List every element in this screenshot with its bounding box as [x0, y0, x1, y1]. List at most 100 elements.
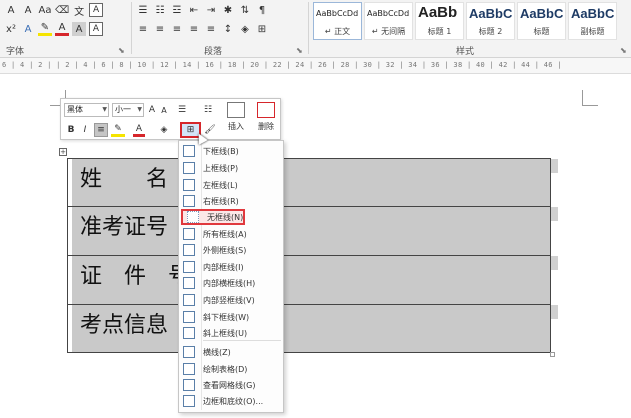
- style-tile-subtitle[interactable]: AaBbC 副标题: [568, 2, 617, 40]
- shrink-font-icon[interactable]: A: [159, 103, 169, 117]
- right-border-icon: [183, 195, 195, 207]
- menu-item[interactable]: 查看网格线(G): [179, 377, 283, 393]
- style-name: 标题: [533, 27, 550, 36]
- table-cell-text: 姓 名: [80, 167, 169, 192]
- menu-item[interactable]: 边框和底纹(O)...: [179, 393, 283, 409]
- bold-button[interactable]: B: [65, 123, 77, 137]
- grow-font-icon[interactable]: A: [147, 103, 157, 117]
- styles-dialog-launcher-icon[interactable]: ⬊: [620, 46, 627, 55]
- row-end-marker: [551, 159, 558, 173]
- menu-item[interactable]: 内部框线(I): [179, 259, 283, 275]
- style-tile-normal[interactable]: AaBbCcDd ↵ 正文: [313, 2, 362, 40]
- group-label-paragraph: 段落: [204, 47, 223, 57]
- shrink-font-button[interactable]: A: [21, 3, 35, 17]
- left-border-icon: [183, 179, 195, 191]
- horizontal-ruler[interactable]: 6 | 4 | 2 | | 2 | 4 | 6 | 8 | 10 | 12 | …: [0, 58, 631, 74]
- view-gridlines-icon: [183, 379, 195, 391]
- font-color-button[interactable]: A: [55, 22, 69, 36]
- mini-toolbar: 黑体 ▼ 小一 ▼ A A ☰ ☷ B I ≡ ✎ A ◈ ⊞ 🖌 插入 删除: [60, 98, 281, 140]
- align-right-button[interactable]: ≡: [170, 22, 184, 36]
- italic-button[interactable]: I: [79, 123, 91, 137]
- menu-item[interactable]: 右框线(R): [179, 193, 283, 209]
- sort-icon[interactable]: ⇅: [238, 3, 252, 17]
- align-center-button[interactable]: ≡: [153, 22, 167, 36]
- borders-shading-icon: [183, 395, 195, 407]
- multilevel-list-icon[interactable]: ☲: [170, 3, 184, 17]
- table-row[interactable]: 姓 名: [68, 159, 550, 207]
- bullets-icon[interactable]: ☰: [175, 103, 189, 117]
- decrease-indent-icon[interactable]: ⇤: [187, 3, 201, 17]
- clear-format-icon[interactable]: ⌫: [55, 3, 69, 17]
- align-left-button[interactable]: ≡: [136, 22, 150, 36]
- table-row[interactable]: 证 件 号: [68, 256, 550, 305]
- paragraph-row-1: ☰ ☷ ☲ ⇤ ⇥ ✱ ⇅ ¶: [136, 3, 272, 17]
- bullets-icon[interactable]: ☰: [136, 3, 150, 17]
- menu-item[interactable]: 横线(Z): [179, 344, 283, 360]
- borders-icon[interactable]: ⊞: [255, 22, 269, 36]
- ruler-scale: 6 | 4 | 2 | | 2 | 4 | 6 | 8 | 10 | 12 | …: [2, 61, 562, 69]
- show-marks-icon[interactable]: ¶: [255, 3, 269, 17]
- line-spacing-icon[interactable]: ↕: [221, 22, 235, 36]
- phonetic-guide-icon[interactable]: 文: [72, 3, 86, 18]
- shading-icon[interactable]: ◈: [238, 22, 252, 36]
- diagonal-down-border-icon: [183, 311, 195, 323]
- char-border-button[interactable]: A: [89, 3, 104, 17]
- justify-button[interactable]: ≡: [187, 22, 201, 36]
- no-border-icon: [187, 211, 199, 223]
- menu-item[interactable]: 无框线(N): [181, 209, 245, 225]
- superscript-button[interactable]: x²: [4, 22, 18, 36]
- menu-item[interactable]: 斜下框线(W): [179, 309, 283, 325]
- style-tile-no-spacing[interactable]: AaBbCcDd ↵ 无间隔: [364, 2, 413, 40]
- distributed-button[interactable]: ≡: [204, 22, 218, 36]
- font-color-icon[interactable]: A: [133, 123, 145, 137]
- text-effect-button[interactable]: A: [21, 22, 35, 36]
- menu-item[interactable]: 内部竖框线(V): [179, 292, 283, 308]
- chinese-layout-icon[interactable]: ✱: [221, 3, 235, 17]
- format-painter-icon[interactable]: 🖌: [204, 123, 216, 137]
- menu-item-label: 内部竖框线(V): [203, 295, 255, 305]
- enclose-char-button[interactable]: A: [89, 22, 103, 36]
- shading-icon[interactable]: ◈: [157, 123, 171, 137]
- menu-item[interactable]: 内部横框线(H): [179, 275, 283, 291]
- menu-item-label: 所有框线(A): [203, 229, 247, 239]
- change-case-button[interactable]: Aa: [38, 3, 52, 17]
- paragraph-dialog-launcher-icon[interactable]: ⬊: [296, 46, 303, 55]
- delete-table-button[interactable]: 删除: [252, 102, 280, 132]
- style-tile-heading-2[interactable]: AaBbC 标题 2: [466, 2, 515, 40]
- table-row[interactable]: 准考证号: [68, 207, 550, 256]
- increase-indent-icon[interactable]: ⇥: [204, 3, 218, 17]
- menu-item[interactable]: 斜上框线(U): [179, 325, 283, 341]
- center-align-icon[interactable]: ≡: [94, 123, 108, 137]
- style-name: 标题 2: [478, 27, 503, 36]
- menu-item[interactable]: 外侧框线(S): [179, 242, 283, 258]
- ribbon-divider: [131, 2, 132, 54]
- menu-item[interactable]: 所有框线(A): [179, 226, 283, 242]
- style-name: 副标题: [580, 27, 605, 36]
- inside-vertical-border-icon: [183, 294, 195, 306]
- insert-table-button[interactable]: 插入: [222, 102, 250, 132]
- grow-font-button[interactable]: A: [4, 3, 18, 17]
- menu-item-label: 上框线(P): [203, 163, 239, 173]
- table-resize-handle[interactable]: [550, 352, 555, 357]
- highlight-icon[interactable]: ✎: [111, 123, 125, 137]
- table-row[interactable]: 考点信息: [68, 305, 550, 352]
- style-tile-heading-1[interactable]: AaBb 标题 1: [415, 2, 464, 40]
- menu-item[interactable]: 左框线(L): [179, 177, 283, 193]
- highlight-color-icon[interactable]: ✎: [38, 22, 52, 36]
- all-borders-icon: [183, 228, 195, 240]
- font-dialog-launcher-icon[interactable]: ⬊: [118, 46, 125, 55]
- menu-item[interactable]: 绘制表格(D): [179, 361, 283, 377]
- draw-table-icon: [183, 363, 195, 375]
- table-move-handle[interactable]: +: [59, 148, 67, 156]
- numbering-icon[interactable]: ☷: [153, 3, 167, 17]
- char-shading-button[interactable]: A: [72, 22, 86, 36]
- numbering-icon[interactable]: ☷: [201, 103, 215, 117]
- inside-borders-icon: [183, 261, 195, 273]
- font-row-2: x² A ✎ A A A: [4, 22, 106, 36]
- styles-gallery: AaBbCcDd ↵ 正文 AaBbCcDd ↵ 无间隔 AaBb 标题 1 A…: [313, 2, 619, 40]
- menu-item[interactable]: 上框线(P): [179, 160, 283, 176]
- font-size-select[interactable]: 小一 ▼: [112, 103, 144, 117]
- font-name-select[interactable]: 黑体 ▼: [64, 103, 109, 117]
- style-tile-title[interactable]: AaBbC 标题: [517, 2, 566, 40]
- menu-item[interactable]: 下框线(B): [179, 143, 283, 159]
